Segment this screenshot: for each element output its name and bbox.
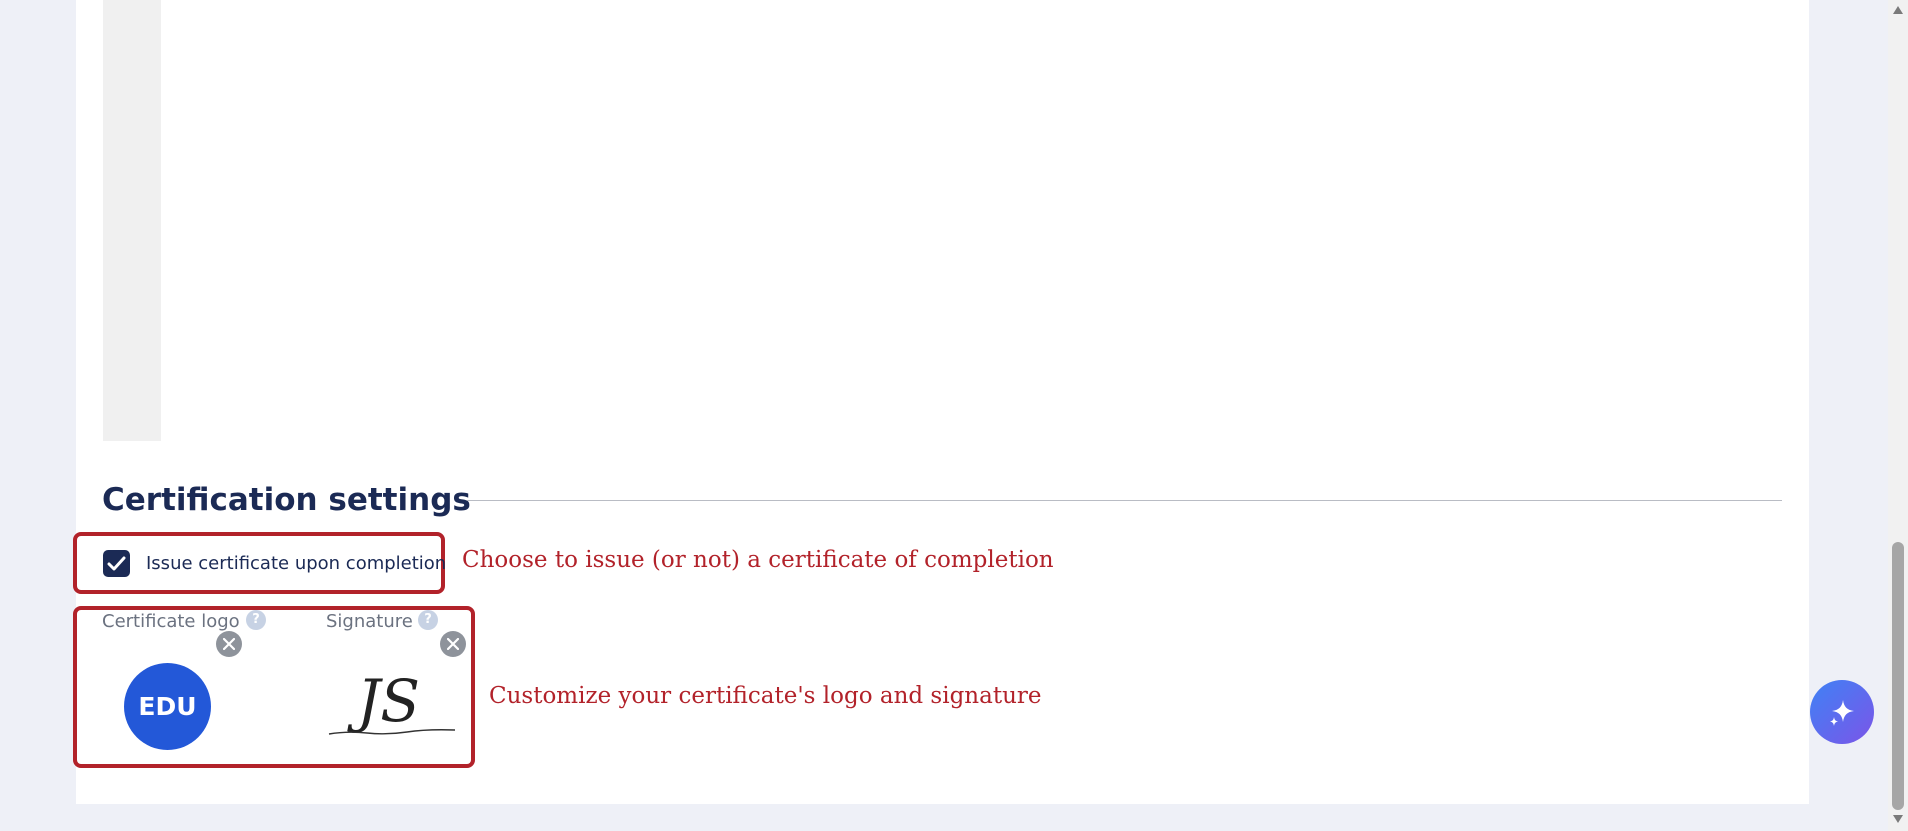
- signature-underline: [328, 729, 456, 735]
- close-icon: [223, 638, 235, 650]
- remove-logo-button[interactable]: [216, 631, 242, 657]
- issue-certificate-checkbox[interactable]: [103, 550, 130, 577]
- page-scrollbar[interactable]: [1888, 0, 1908, 831]
- scroll-up-arrow[interactable]: [1893, 6, 1903, 14]
- scroll-down-arrow[interactable]: [1893, 815, 1903, 823]
- signature-image[interactable]: JS: [327, 664, 457, 738]
- remove-signature-button[interactable]: [440, 631, 466, 657]
- certificate-logo-label: Certificate logo: [102, 611, 240, 632]
- question-icon[interactable]: ?: [418, 610, 438, 630]
- annotation-assets-note: Customize your certificate's logo and si…: [489, 683, 1042, 709]
- close-icon: [447, 638, 459, 650]
- ai-assistant-button[interactable]: [1810, 680, 1874, 744]
- question-icon[interactable]: ?: [246, 610, 266, 630]
- certificate-logo-image[interactable]: EDU: [124, 663, 211, 750]
- section-title: Certification settings: [102, 482, 471, 518]
- check-icon: [107, 556, 126, 571]
- section-divider: [467, 500, 1782, 501]
- issue-certificate-label[interactable]: Issue certificate upon completion: [146, 553, 446, 574]
- content-placeholder: [103, 0, 161, 441]
- sparkle-icon: [1830, 700, 1854, 726]
- annotation-checkbox-note: Choose to issue (or not) a certificate o…: [462, 547, 1054, 573]
- scrollbar-thumb[interactable]: [1892, 542, 1904, 810]
- signature-label: Signature: [326, 611, 413, 632]
